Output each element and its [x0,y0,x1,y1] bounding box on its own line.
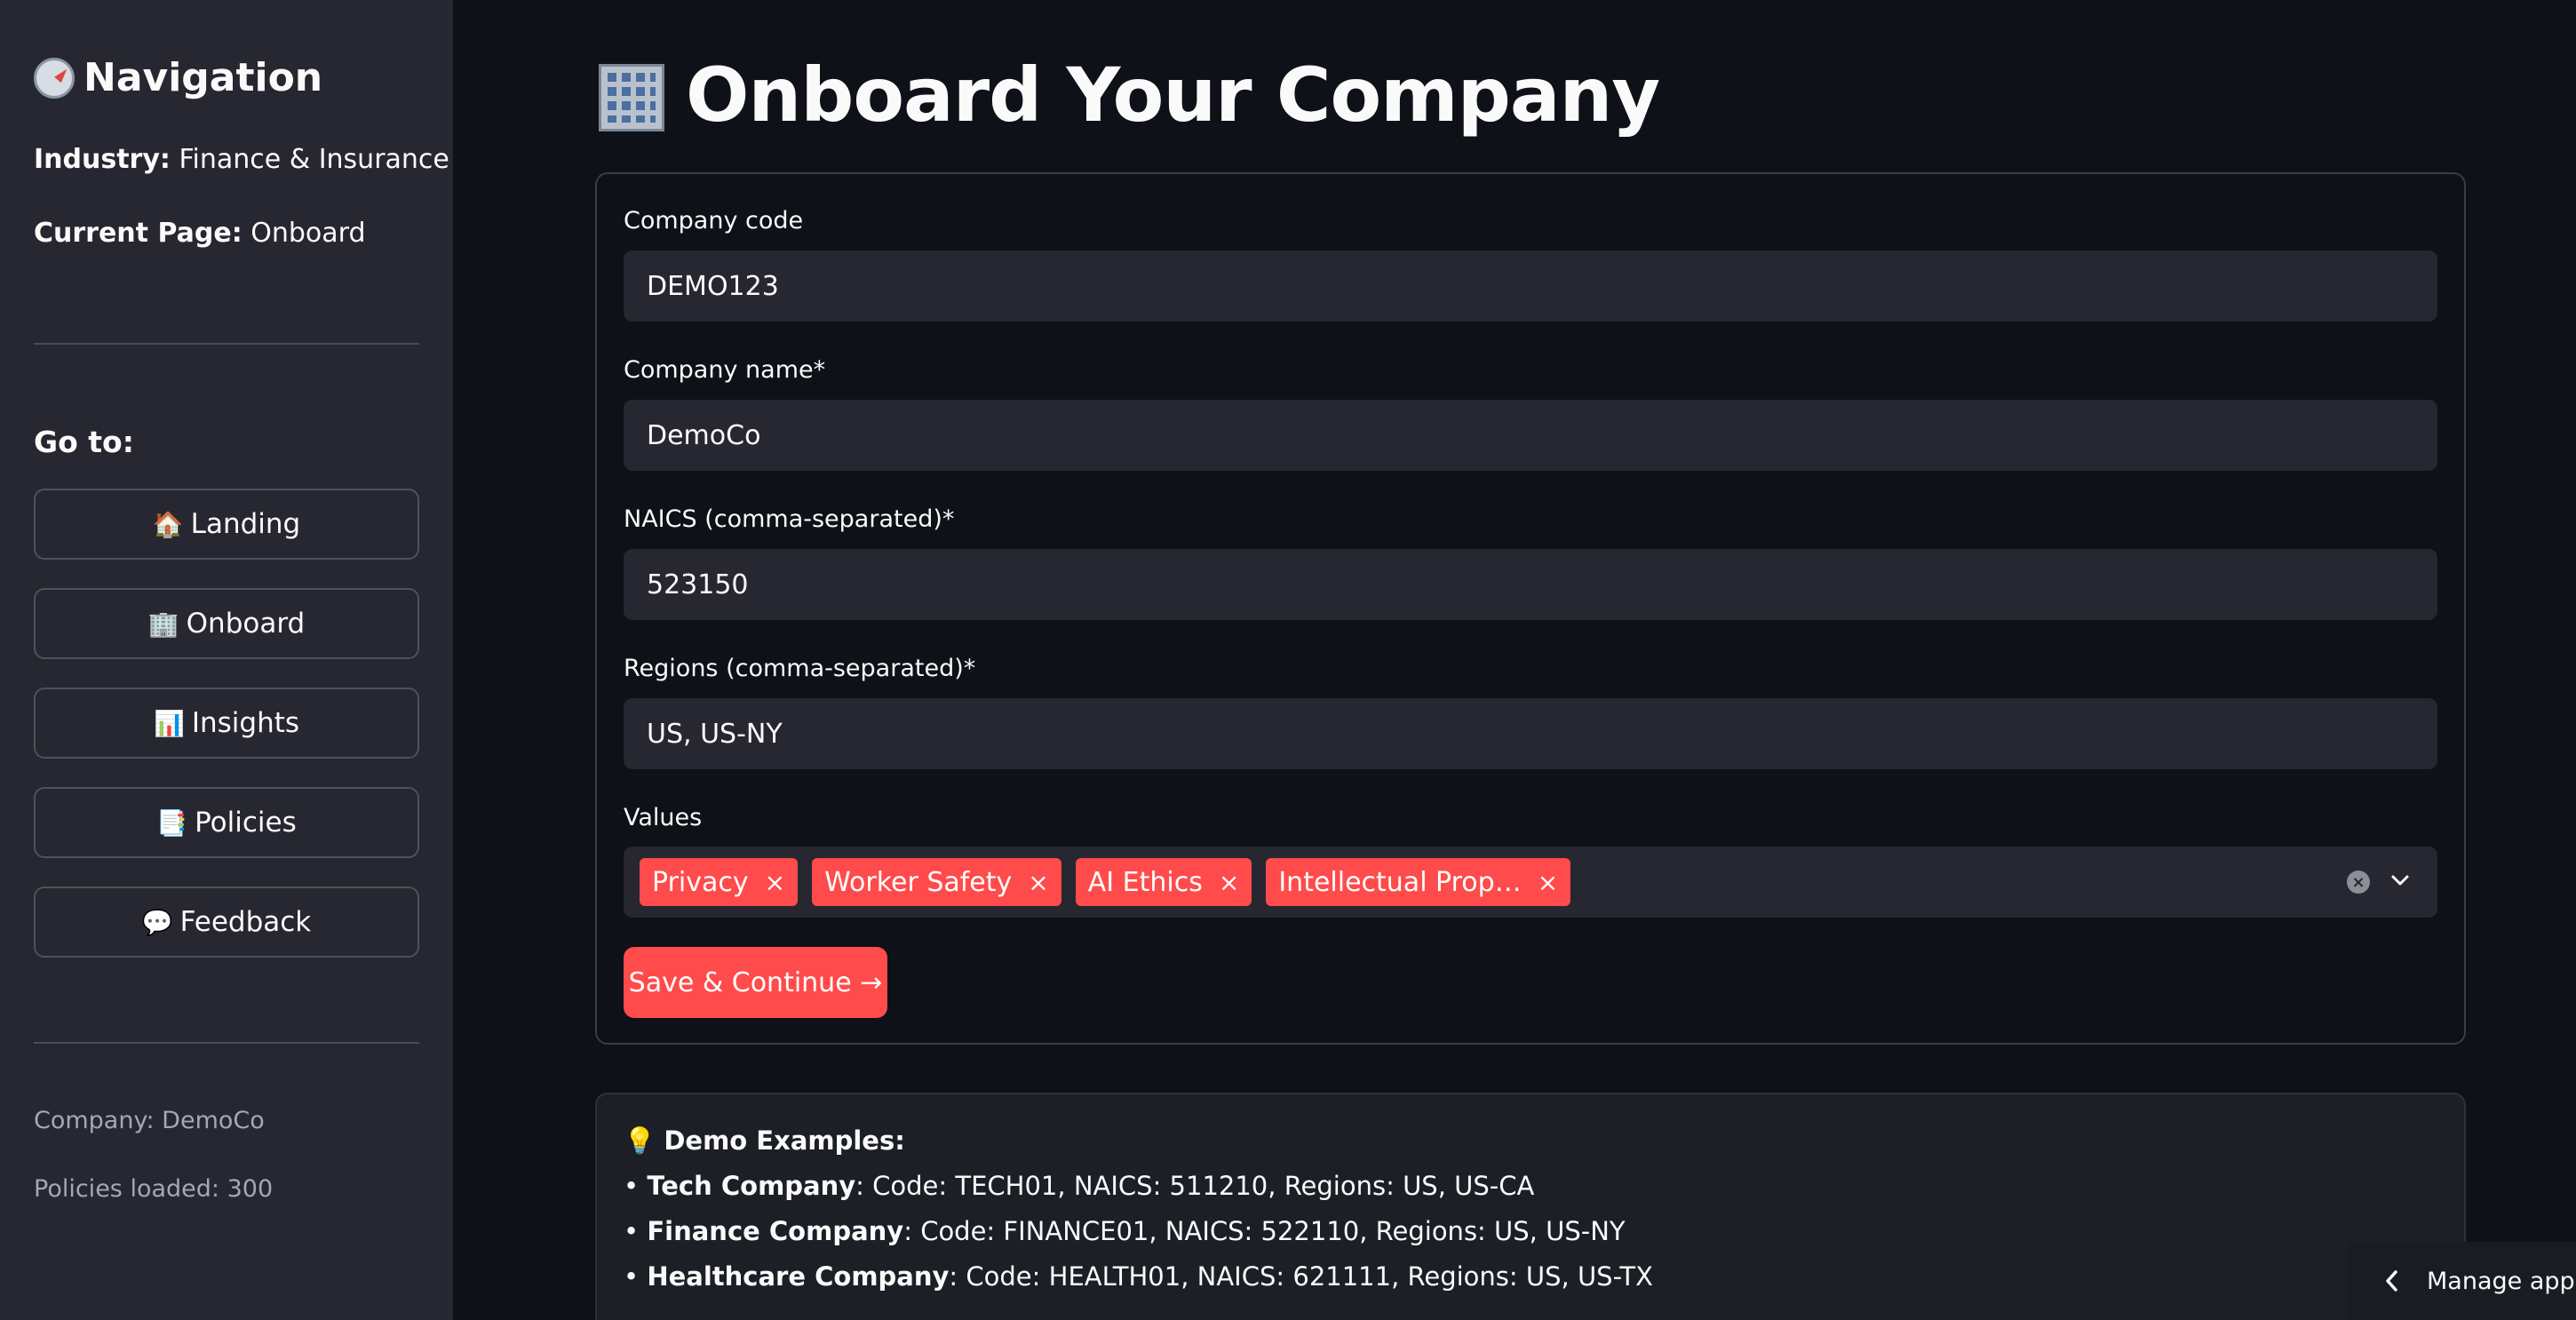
example-name: Finance Company [647,1216,904,1246]
nav-button-label: Insights [191,707,300,739]
naics-input[interactable] [624,549,2437,620]
current-page-label: Current Page: [34,218,242,249]
tag-remove-icon[interactable]: × [765,868,785,897]
nav-button-label: Feedback [179,906,312,938]
app-root: Navigation Industry: Finance & Insurance… [0,0,2576,1320]
speech-bubble-icon: 💬 [141,907,173,937]
tag-remove-icon[interactable]: × [1538,868,1558,897]
company-code-label: Company code [624,207,804,235]
house-icon: 🏠 [152,509,184,539]
company-name-input[interactable] [624,400,2437,471]
nav-button-policies[interactable]: 📑 Policies [34,787,419,858]
tag-label: Worker Safety [824,866,1013,898]
policies-status: Policies loaded: 300 [34,1175,274,1203]
page-title-text: Onboard Your Company [686,52,1660,139]
tag-label: AI Ethics [1087,866,1203,898]
example-name: Tech Company [647,1171,856,1201]
regions-input[interactable] [624,698,2437,769]
document-icon: 📑 [156,807,188,838]
current-page-value: Onboard [250,218,366,249]
goto-label: Go to: [34,425,134,459]
values-label: Values [624,804,703,831]
naics-label: NAICS (comma-separated)* [624,505,955,533]
company-status: Company: DemoCo [34,1107,265,1134]
industry-label: Industry: [34,144,171,175]
value-tag-intellectual-property: Intellectual Prop… × [1266,858,1571,906]
nav-button-feedback[interactable]: 💬 Feedback [34,887,419,958]
manage-app-label: Manage app [2427,1267,2575,1295]
example-details: : Code: HEALTH01, NAICS: 621111, Regions… [949,1261,1653,1292]
value-tag-privacy: Privacy × [640,858,799,906]
value-tag-worker-safety: Worker Safety × [812,858,1061,906]
sidebar-title: Navigation [34,55,322,100]
nav-button-landing[interactable]: 🏠 Landing [34,489,419,560]
office-building-icon: 🏢 [147,608,179,639]
compass-icon [34,57,75,99]
nav-button-label: Onboard [186,608,306,640]
page-title: Onboard Your Company [593,52,1660,139]
sidebar-divider [34,343,419,345]
tag-remove-icon[interactable]: × [1219,868,1239,897]
nav-button-label: Landing [190,508,301,540]
manage-app-button[interactable]: Manage app [2347,1242,2576,1320]
bullet: • [624,1216,640,1246]
sidebar: Navigation Industry: Finance & Insurance… [0,0,453,1320]
example-details: : Code: TECH01, NAICS: 511210, Regions: … [855,1171,1535,1201]
regions-label: Regions (comma-separated)* [624,655,976,682]
chevron-down-icon[interactable] [2389,870,2411,891]
lightbulb-icon: 💡 [624,1125,656,1156]
industry-value: Finance & Insurance [179,144,449,175]
bullet: • [624,1261,640,1292]
company-name-label: Company name* [624,356,826,384]
bullet: • [624,1171,640,1201]
save-continue-button[interactable]: Save & Continue → [624,947,887,1018]
tag-remove-icon[interactable]: × [1028,868,1048,897]
industry-info: Industry: Finance & Insurance [34,144,449,175]
tag-label: Privacy [652,866,749,898]
chevron-left-icon [2384,1269,2400,1292]
demo-example-healthcare: • Healthcare Company: Code: HEALTH01, NA… [624,1261,1653,1292]
example-name: Healthcare Company [647,1261,950,1292]
bar-chart-icon: 📊 [153,708,185,738]
nav-button-label: Policies [195,807,297,839]
demo-example-finance: • Finance Company: Code: FINANCE01, NAIC… [624,1216,1626,1246]
office-building-icon [593,57,670,133]
company-code-input[interactable] [624,250,2437,322]
demo-heading: 💡 Demo Examples: [624,1125,905,1157]
clear-all-icon[interactable]: × [2347,871,2370,894]
nav-button-onboard[interactable]: 🏢 Onboard [34,588,419,659]
demo-example-tech: • Tech Company: Code: TECH01, NAICS: 511… [624,1171,1534,1201]
demo-heading-text: Demo Examples: [664,1125,905,1156]
current-page-info: Current Page: Onboard [34,218,366,249]
values-multiselect[interactable]: Privacy × Worker Safety × AI Ethics × In… [624,847,2437,918]
sidebar-divider [34,1042,419,1044]
example-details: : Code: FINANCE01, NAICS: 522110, Region… [903,1216,1626,1246]
tag-label: Intellectual Prop… [1278,866,1522,898]
nav-button-insights[interactable]: 📊 Insights [34,688,419,759]
sidebar-title-text: Navigation [83,55,323,100]
value-tag-ai-ethics: AI Ethics × [1075,858,1252,906]
